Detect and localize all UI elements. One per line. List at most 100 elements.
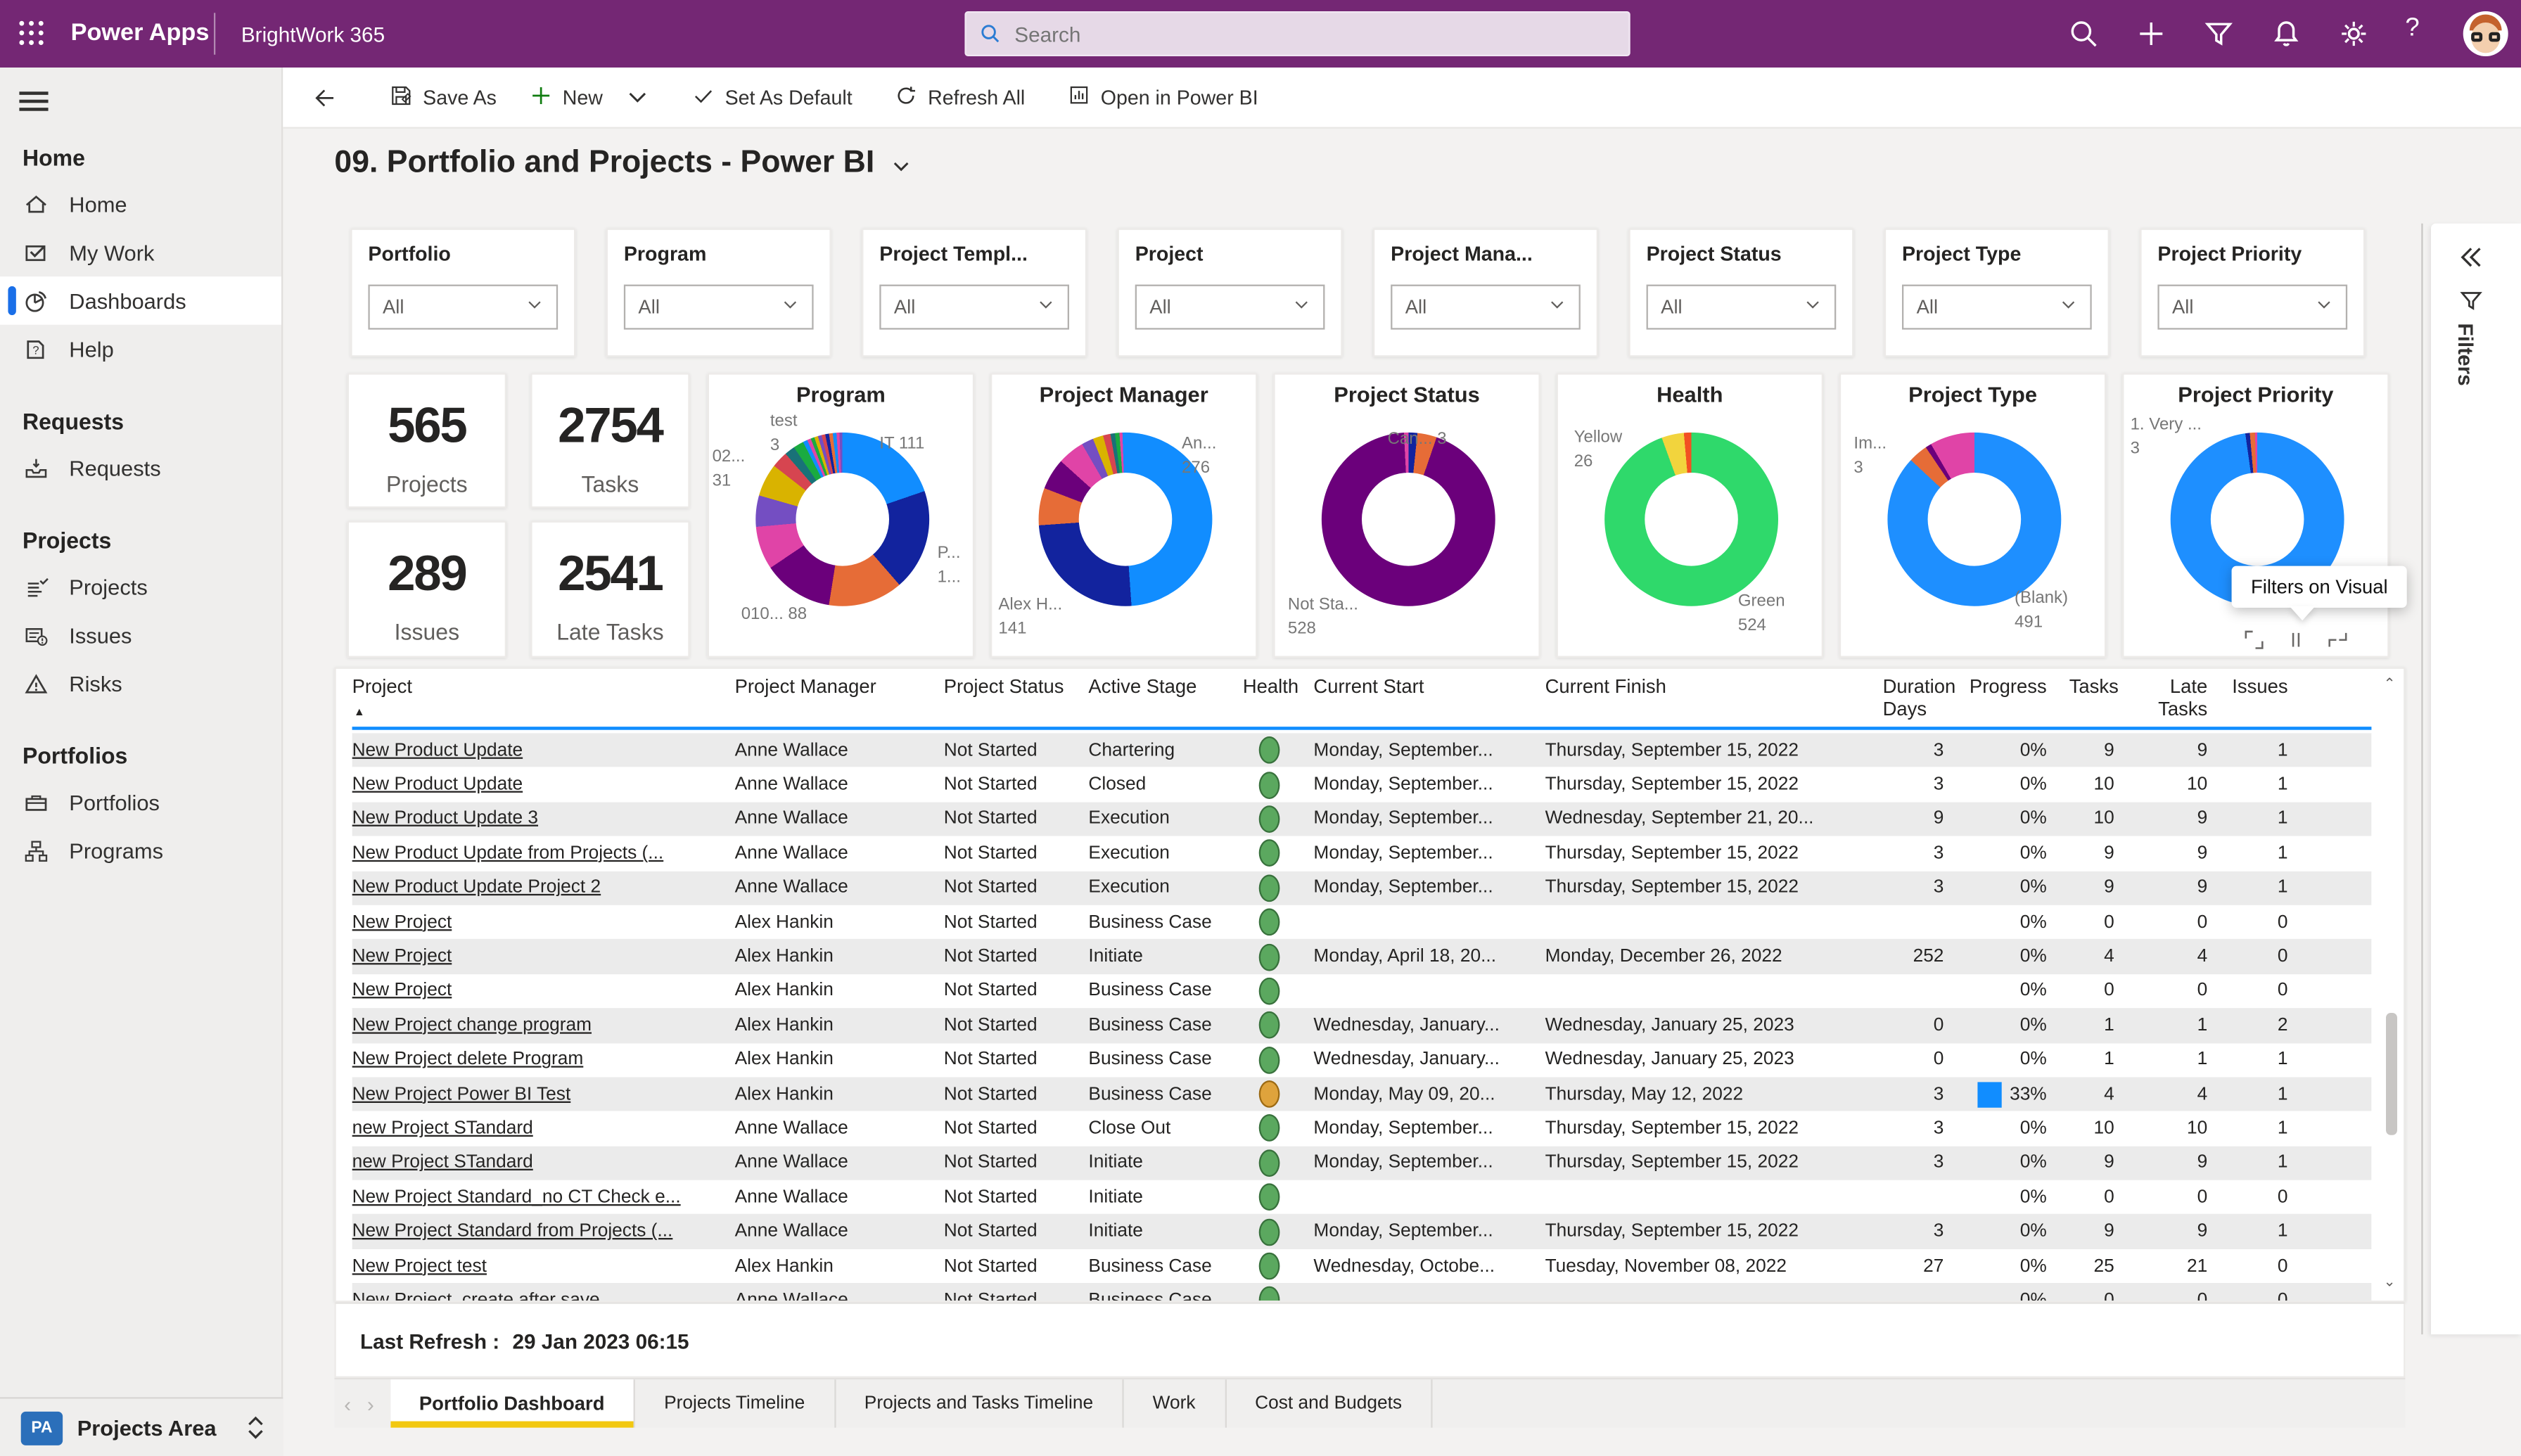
header-search-icon[interactable] — [2067, 18, 2100, 50]
tab-work[interactable]: Work — [1124, 1379, 1226, 1428]
tab-projects-timeline[interactable]: Projects Timeline — [635, 1379, 836, 1428]
column-header-current-start[interactable]: Current Start — [1313, 675, 1545, 727]
table-row[interactable]: New Project Alex Hankin Not Started Busines… — [352, 974, 2372, 1009]
sidebar-item-projects[interactable]: Projects — [0, 563, 281, 611]
notifications-bell-icon[interactable] — [2270, 18, 2302, 50]
column-header-project-status[interactable]: Project Status — [944, 675, 1089, 727]
donut-project-type[interactable] — [1887, 432, 2062, 606]
sidebar-item-my-work[interactable]: My Work — [0, 229, 281, 277]
filters-on-visual-icon[interactable] — [2286, 630, 2305, 649]
settings-gear-icon[interactable] — [2337, 18, 2370, 50]
table-row[interactable]: New Project_create after save Anne Wallac… — [352, 1283, 2372, 1301]
table-row[interactable]: new Project STandard Anne Wallace Not Star… — [352, 1111, 2372, 1146]
cell-project[interactable]: New Project change program — [352, 1016, 735, 1035]
slicer-dropdown-portfolio[interactable]: All — [368, 284, 559, 330]
column-header-health[interactable]: Health — [1243, 675, 1314, 727]
sidebar-item-programs[interactable]: Programs — [0, 826, 281, 875]
cell-project[interactable]: New Project Power BI Test — [352, 1085, 735, 1104]
cell-project[interactable]: New Project — [352, 981, 735, 1000]
hamburger-menu-icon[interactable] — [16, 84, 51, 111]
column-header-duration-days[interactable]: Duration Days — [1876, 675, 1966, 727]
slicer-dropdown-project-templ[interactable]: All — [879, 284, 1070, 330]
cell-project[interactable]: New Project delete Program — [352, 1050, 735, 1069]
cell-project[interactable]: new Project STandard — [352, 1119, 735, 1138]
sidebar-item-help[interactable]: ? Help — [0, 325, 281, 373]
table-row[interactable]: New Project test Alex Hankin Not Started Bu… — [352, 1249, 2372, 1284]
donut-health[interactable] — [1604, 432, 1778, 606]
sidebar-item-home[interactable]: Home — [0, 180, 281, 229]
donut-project-status[interactable] — [1321, 432, 1495, 606]
new-dropdown-chevron-icon[interactable] — [625, 85, 649, 109]
table-row[interactable]: New Project Alex Hankin Not Started Initiat… — [352, 939, 2372, 974]
tab-cost-and-budgets[interactable]: Cost and Budgets — [1226, 1379, 1433, 1428]
table-row[interactable]: New Product Update Anne Wallace Not Starte… — [352, 767, 2372, 802]
cell-project[interactable]: New Project — [352, 912, 735, 931]
column-header-active-stage[interactable]: Active Stage — [1088, 675, 1242, 727]
sidebar-item-requests[interactable]: Requests — [0, 444, 281, 492]
cell-project[interactable]: New Project Standard_no CT Check e... — [352, 1188, 735, 1207]
user-avatar[interactable] — [2463, 11, 2508, 56]
sidebar-item-portfolios[interactable]: Portfolios — [0, 778, 281, 826]
back-button[interactable] — [302, 77, 344, 118]
cell-project[interactable]: New Project Standard from Projects (... — [352, 1222, 735, 1241]
slicer-dropdown-project-type[interactable]: All — [1902, 284, 2092, 330]
more-options-icon[interactable] — [2328, 630, 2347, 649]
waffle-menu-icon[interactable] — [19, 20, 45, 47]
cell-project[interactable]: New Project test — [352, 1256, 735, 1275]
column-header-issues[interactable]: Issues — [2230, 675, 2310, 727]
column-header-late-tasks[interactable]: Late Tasks — [2137, 675, 2230, 727]
table-row[interactable]: New Product Update from Projects (... Ann… — [352, 836, 2372, 871]
slicer-dropdown-program[interactable]: All — [623, 284, 814, 330]
slicer-dropdown-project[interactable]: All — [1135, 284, 1325, 330]
sort-ascending-icon[interactable]: ▲ — [354, 708, 365, 719]
help-question-icon[interactable]: ? — [2405, 15, 2437, 47]
table-scrollbar-thumb[interactable] — [2386, 1013, 2398, 1135]
global-search-box[interactable] — [964, 11, 1630, 56]
table-row[interactable]: New Product Update 3 Anne Wallace Not Star… — [352, 802, 2372, 836]
cell-project[interactable]: New Product Update — [352, 775, 735, 794]
save-as-button[interactable]: Save As — [373, 73, 513, 122]
cell-project[interactable]: New Product Update Project 2 — [352, 879, 735, 898]
slicer-dropdown-project-priority[interactable]: All — [2157, 284, 2348, 330]
table-row[interactable]: New Project Standard from Projects (... A… — [352, 1214, 2372, 1249]
column-header-tasks[interactable]: Tasks — [2069, 675, 2137, 727]
slicer-dropdown-project-status[interactable]: All — [1646, 284, 1837, 330]
search-input[interactable] — [1011, 20, 1616, 48]
table-row[interactable]: New Project change program Alex Hankin Not… — [352, 1008, 2372, 1043]
table-scroll-down-icon[interactable]: ⌄ — [2383, 1273, 2395, 1291]
tabs-prev-icon[interactable]: ‹ — [344, 1391, 351, 1415]
column-header-current-finish[interactable]: Current Finish — [1545, 675, 1877, 727]
set-as-default-button[interactable]: Set As Default — [675, 73, 869, 122]
focus-mode-icon[interactable] — [2245, 630, 2264, 649]
slicer-dropdown-project-mana[interactable]: All — [1391, 284, 1581, 330]
cell-project[interactable]: New Product Update from Projects (... — [352, 844, 735, 863]
new-button[interactable]: New — [513, 73, 665, 122]
cell-project[interactable]: New Product Update — [352, 741, 735, 760]
refresh-all-button[interactable]: Refresh All — [878, 73, 1041, 122]
open-in-power-bi-button[interactable]: Open in Power BI — [1051, 73, 1275, 122]
tab-portfolio-dashboard[interactable]: Portfolio Dashboard — [390, 1379, 635, 1428]
cell-project[interactable]: New Project_create after save — [352, 1291, 735, 1301]
cell-project[interactable]: New Product Update 3 — [352, 810, 735, 829]
table-row[interactable]: New Project delete Program Alex Hankin Not… — [352, 1042, 2372, 1077]
table-row[interactable]: New Project Alex Hankin Not Started Busines… — [352, 905, 2372, 940]
plus-icon[interactable] — [2135, 18, 2167, 50]
expand-filters-chevrons-icon[interactable] — [2457, 243, 2486, 272]
table-row[interactable]: New Project Standard_no CT Check e... Ann… — [352, 1180, 2372, 1215]
table-row[interactable]: New Project Power BI Test Alex Hankin Not … — [352, 1077, 2372, 1112]
tabs-next-icon[interactable]: › — [367, 1391, 374, 1415]
column-header-progress[interactable]: Progress — [1966, 675, 2069, 727]
environment-area-switcher[interactable]: PA Projects Area — [0, 1397, 283, 1456]
cell-project[interactable]: New Project — [352, 947, 735, 966]
sidebar-item-dashboards[interactable]: Dashboards — [0, 276, 282, 325]
title-chevron-down-icon[interactable] — [891, 155, 912, 177]
cell-project[interactable]: new Project STandard — [352, 1154, 735, 1173]
sidebar-item-risks[interactable]: Risks — [0, 659, 281, 708]
table-row[interactable]: New Product Update Anne Wallace Not Starte… — [352, 733, 2372, 768]
sidebar-item-issues[interactable]: Issues — [0, 611, 281, 660]
column-header-project-manager[interactable]: Project Manager — [735, 675, 944, 727]
table-row[interactable]: New Product Update Project 2 Anne Wallace… — [352, 870, 2372, 905]
table-row[interactable]: new Project STandard Anne Wallace Not Star… — [352, 1146, 2372, 1180]
column-header-project[interactable]: Project — [352, 675, 735, 727]
table-scroll-up-icon[interactable]: ⌃ — [2383, 675, 2395, 693]
